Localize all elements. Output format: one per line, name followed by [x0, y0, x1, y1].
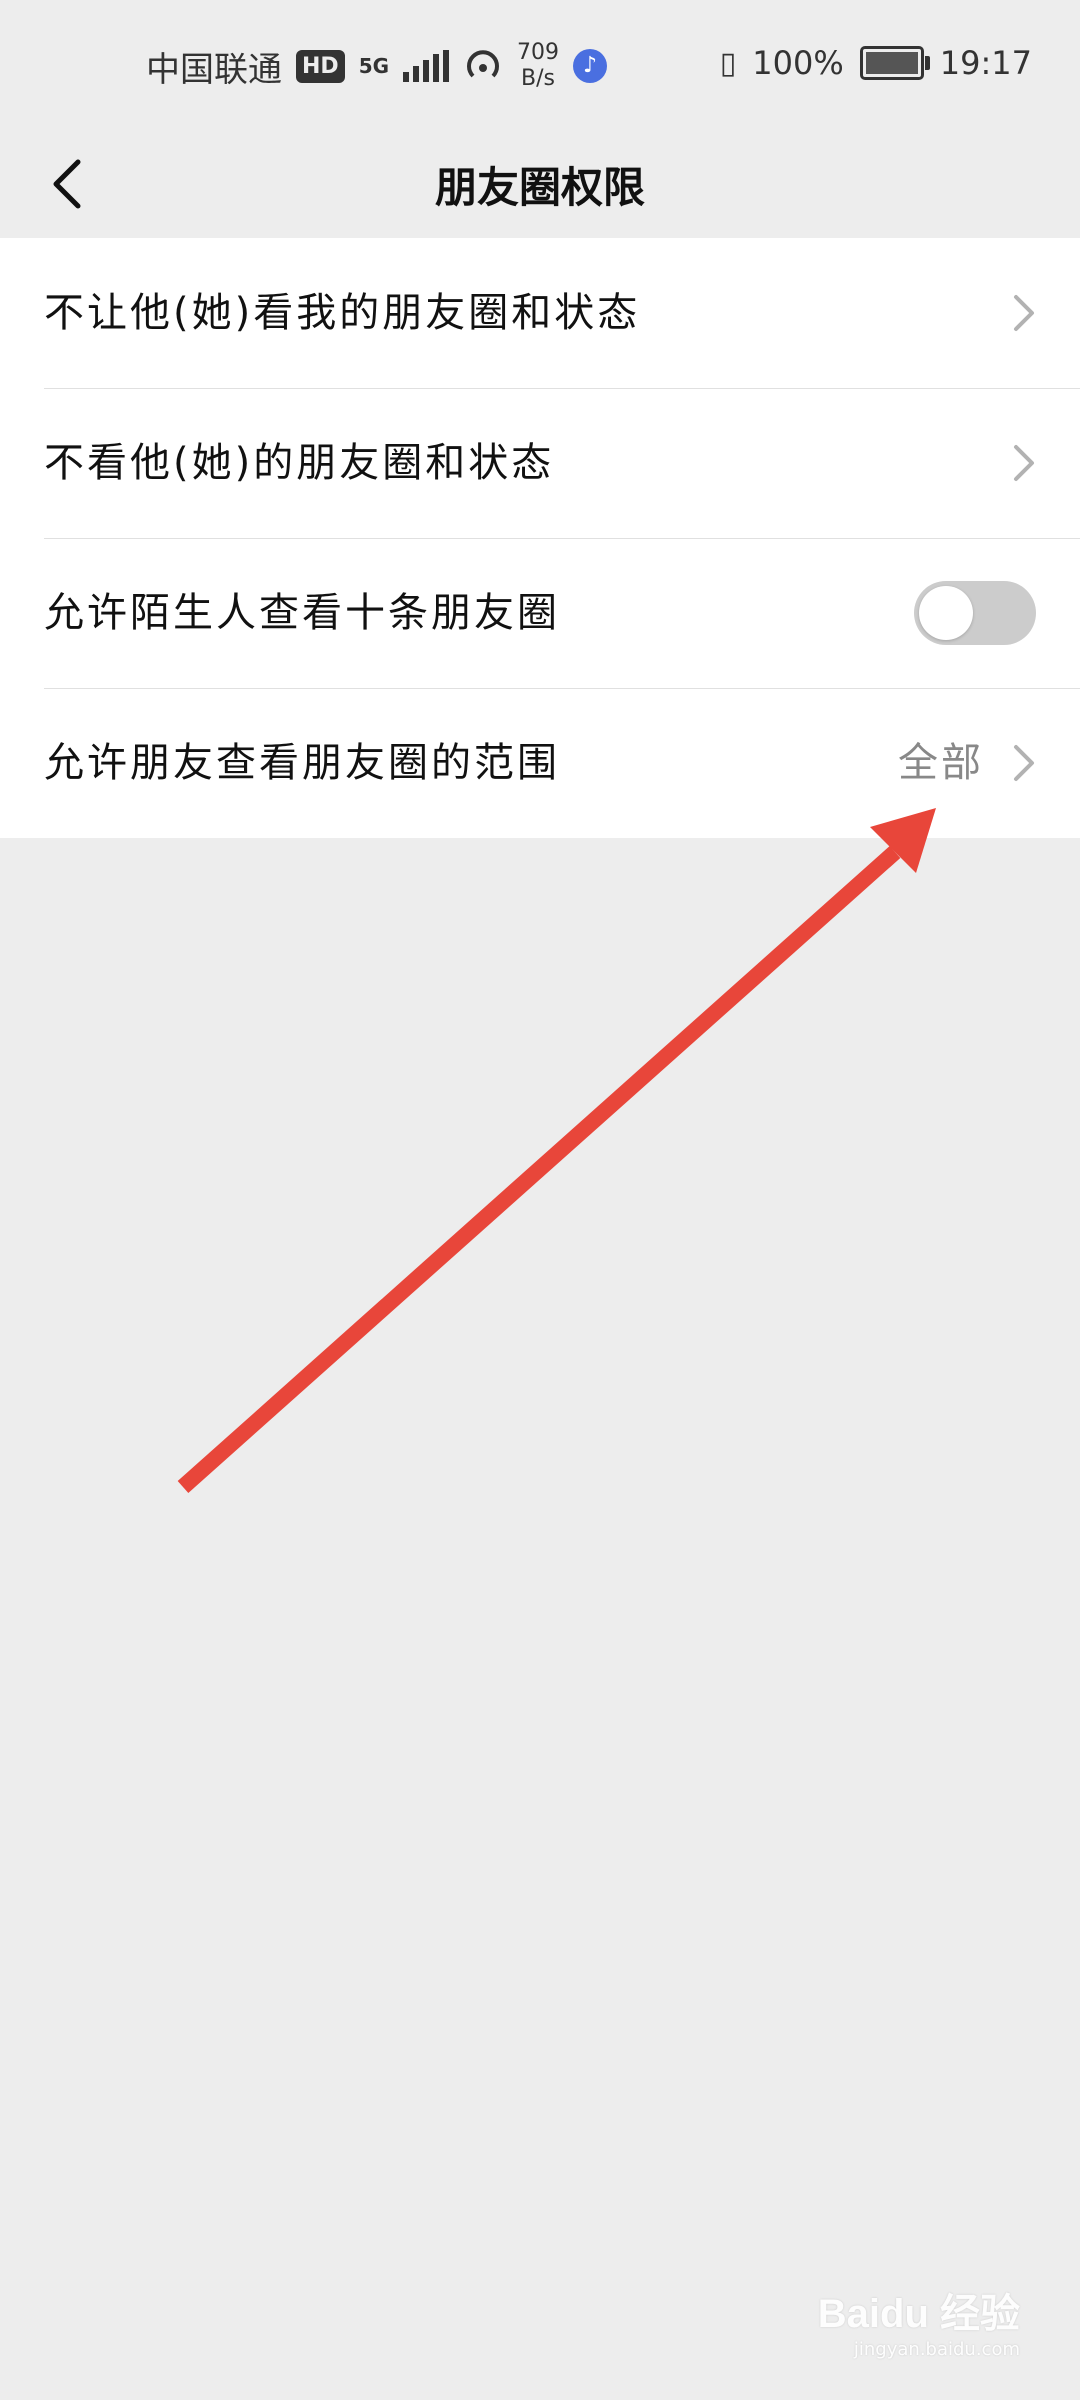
settings-item-hide-their-moments[interactable]: 不看他(她)的朋友圈和状态 — [0, 388, 1080, 538]
toggle-knob — [919, 586, 973, 640]
status-left: 中国联通 HD 5G 709 B/s ♪ — [146, 38, 608, 94]
chevron-right-icon — [1014, 745, 1034, 781]
settings-item-label: 不让他(她)看我的朋友圈和状态 — [44, 290, 641, 336]
speed-value: 709 — [517, 40, 560, 65]
settings-item-stranger-ten-posts: 允许陌生人查看十条朋友圈 — [0, 538, 1080, 688]
chevron-right-icon — [1014, 295, 1034, 331]
vibrate-icon: ▯ — [719, 45, 737, 81]
music-icon: ♪ — [573, 49, 608, 83]
page-title: 朋友圈权限 — [434, 163, 645, 212]
settings-item-hide-my-moments[interactable]: 不让他(她)看我的朋友圈和状态 — [0, 238, 1080, 388]
watermark: Baidu 经验 jingyan.baidu.com — [818, 2281, 1020, 2360]
network-speed: 709 B/s — [517, 40, 559, 92]
status-bar: 中国联通 HD 5G 709 B/s ♪ ▯ 100% 19:17 — [0, 0, 1080, 130]
settings-item-label: 允许朋友查看朋友圈的范围 — [44, 740, 560, 786]
hotspot-icon — [467, 50, 499, 78]
status-right: ▯ 100% 19:17 — [720, 44, 1032, 82]
network-type: 5G — [358, 54, 390, 78]
view-range-value: 全部 — [898, 740, 984, 786]
settings-item-friend-view-range[interactable]: 允许朋友查看朋友圈的范围 全部 — [0, 688, 1080, 838]
signal-icon — [403, 50, 450, 82]
screen: 中国联通 HD 5G 709 B/s ♪ ▯ 100% 19:17 朋友圈权限 … — [0, 0, 1080, 2400]
settings-item-label: 允许陌生人查看十条朋友圈 — [44, 590, 560, 636]
battery-percent: 100% — [752, 44, 844, 82]
speed-unit: B/s — [521, 66, 556, 91]
settings-item-label: 不看他(她)的朋友圈和状态 — [44, 440, 555, 486]
watermark-logo: Baidu 经验 — [817, 2292, 1020, 2336]
stranger-view-toggle[interactable] — [914, 581, 1036, 645]
carrier-name: 中国联通 — [146, 49, 282, 90]
hd-badge: HD — [296, 49, 345, 83]
chevron-right-icon — [1014, 445, 1034, 481]
settings-list: 不让他(她)看我的朋友圈和状态 不看他(她)的朋友圈和状态 允许陌生人查看十条朋… — [0, 238, 1080, 838]
clock: 19:17 — [939, 44, 1032, 82]
watermark-url: jingyan.baidu.com — [853, 2339, 1020, 2360]
nav-bar: 朋友圈权限 — [0, 130, 1080, 238]
battery-icon — [859, 46, 930, 80]
